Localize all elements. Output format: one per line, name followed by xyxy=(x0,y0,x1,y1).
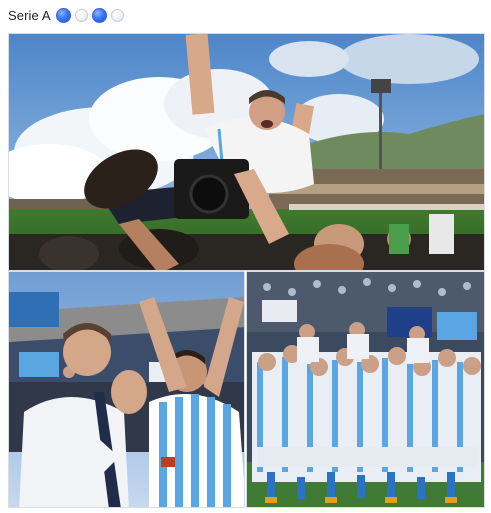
team-group-image xyxy=(247,272,484,507)
blue-circle-emoji-icon xyxy=(91,7,107,23)
white-circle-emoji-icon xyxy=(110,8,124,22)
post-header: Serie A xyxy=(8,5,124,25)
president-and-player-celebrating-photo[interactable] xyxy=(8,271,245,508)
post-text: Serie A xyxy=(8,7,51,23)
team-group-celebration-photo[interactable] xyxy=(246,271,485,508)
white-circle-emoji-icon xyxy=(74,8,88,22)
celebration-coach-lifted-photo[interactable] xyxy=(8,33,485,271)
president-and-player-image xyxy=(9,272,244,507)
blue-circle-emoji-icon xyxy=(55,7,71,23)
celebration-coach-lifted-image xyxy=(9,34,484,270)
